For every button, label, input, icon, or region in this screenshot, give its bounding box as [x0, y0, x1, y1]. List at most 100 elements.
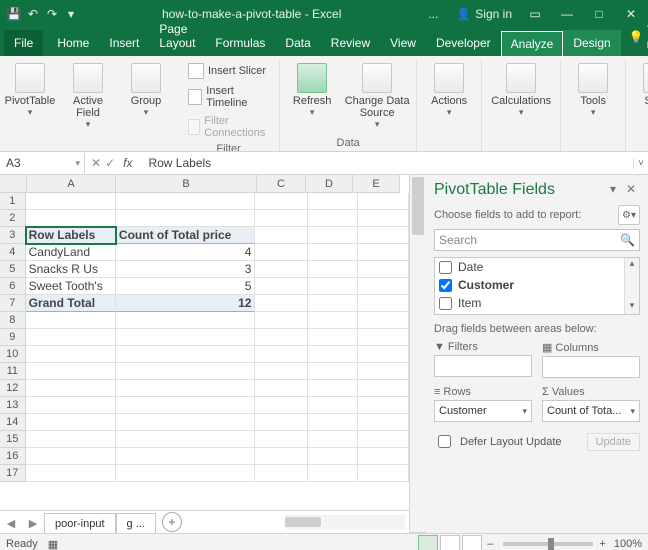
- field-item[interactable]: Item: [435, 294, 639, 312]
- field-search-input[interactable]: Search 🔍: [434, 229, 640, 251]
- tab-page-layout[interactable]: Page Layout: [149, 16, 205, 56]
- field-customer-checkbox[interactable]: [439, 279, 452, 292]
- save-icon[interactable]: 💾: [6, 6, 22, 22]
- enter-formula-icon[interactable]: ✓: [105, 156, 115, 170]
- sheet-tab-poor-input[interactable]: poor-input: [44, 513, 116, 534]
- row-header[interactable]: 13: [0, 397, 26, 414]
- sign-in-button[interactable]: 👤 Sign in: [450, 0, 518, 28]
- zoom-in-icon[interactable]: +: [599, 538, 605, 550]
- row-header[interactable]: 11: [0, 363, 26, 380]
- tab-insert[interactable]: Insert: [99, 30, 149, 56]
- close-icon[interactable]: ✕: [616, 0, 646, 28]
- values-area[interactable]: ΣValues Count of Tota...▾: [542, 386, 640, 422]
- col-header-e[interactable]: E: [353, 175, 400, 193]
- values-well[interactable]: Count of Tota...▾: [542, 400, 640, 422]
- rows-well[interactable]: Customer▾: [434, 400, 532, 422]
- vertical-scrollbar[interactable]: [410, 175, 426, 533]
- rows-area[interactable]: ≡Rows Customer▾: [434, 386, 532, 422]
- ribbon-display-icon[interactable]: ▭: [520, 0, 550, 28]
- row-header[interactable]: 3: [0, 227, 26, 244]
- row-header[interactable]: 5: [0, 261, 26, 278]
- row-header[interactable]: 9: [0, 329, 26, 346]
- zoom-level[interactable]: 100%: [614, 538, 642, 550]
- tab-data[interactable]: Data: [275, 30, 320, 56]
- formula-input[interactable]: Row Labels: [142, 156, 633, 170]
- field-date-checkbox[interactable]: [439, 261, 452, 274]
- group-button[interactable]: Group▾: [120, 59, 172, 118]
- zoom-out-icon[interactable]: –: [487, 538, 493, 550]
- insert-timeline-button[interactable]: Insert Timeline: [184, 83, 273, 111]
- actions-button[interactable]: Actions▾: [423, 59, 475, 118]
- normal-view-icon[interactable]: [418, 535, 438, 550]
- cancel-formula-icon[interactable]: ✕: [91, 156, 101, 170]
- maximize-icon[interactable]: □: [584, 0, 614, 28]
- change-data-source-button[interactable]: Change Data Source▾: [344, 59, 410, 130]
- minimize-icon[interactable]: —: [552, 0, 582, 28]
- cell-b7[interactable]: 12: [116, 295, 256, 312]
- macro-record-icon[interactable]: ▦: [48, 538, 58, 550]
- chevron-down-icon[interactable]: ▾: [630, 406, 635, 417]
- row-header[interactable]: 17: [0, 465, 26, 482]
- sheet-nav-next-icon[interactable]: ▶: [22, 515, 44, 530]
- fx-icon[interactable]: fx: [119, 156, 136, 170]
- pane-close-icon[interactable]: ✕: [622, 182, 640, 198]
- col-header-d[interactable]: D: [306, 175, 353, 193]
- row-header[interactable]: 7: [0, 295, 26, 312]
- page-break-view-icon[interactable]: [462, 535, 482, 550]
- sheet-nav-prev-icon[interactable]: ◀: [0, 515, 22, 530]
- cell-a3[interactable]: Row Labels▾: [26, 227, 116, 244]
- field-date[interactable]: Date: [435, 258, 639, 276]
- cell-a7[interactable]: Grand Total: [26, 295, 116, 312]
- field-list-scrollbar[interactable]: ▴▾: [624, 258, 639, 314]
- pane-dropdown-icon[interactable]: ▾: [604, 182, 622, 198]
- tab-formulas[interactable]: Formulas: [205, 30, 275, 56]
- tab-home[interactable]: Home: [47, 30, 99, 56]
- columns-area[interactable]: ▦Columns: [542, 341, 640, 378]
- columns-well[interactable]: [542, 356, 640, 378]
- cell-b5[interactable]: 3: [116, 261, 256, 278]
- show-button[interactable]: Show▾: [632, 59, 648, 118]
- tab-file[interactable]: File: [4, 30, 43, 56]
- row-header[interactable]: 4: [0, 244, 26, 261]
- sheet-tab-g[interactable]: g ...: [116, 513, 156, 534]
- row-header[interactable]: 6: [0, 278, 26, 295]
- cell-a5[interactable]: Snacks R Us: [26, 261, 116, 278]
- filters-area[interactable]: ▼Filters: [434, 341, 532, 378]
- active-field-button[interactable]: Active Field▾: [62, 59, 114, 130]
- tab-view[interactable]: View: [380, 30, 426, 56]
- refresh-button[interactable]: Refresh▾: [286, 59, 338, 118]
- row-header[interactable]: 1: [0, 193, 26, 210]
- filters-well[interactable]: [434, 355, 532, 377]
- col-header-c[interactable]: C: [257, 175, 306, 193]
- new-sheet-icon[interactable]: +: [162, 512, 182, 532]
- expand-formula-icon[interactable]: ˅: [633, 158, 648, 169]
- row-header[interactable]: 10: [0, 346, 26, 363]
- zoom-slider[interactable]: [503, 542, 593, 546]
- ribbon-options-icon[interactable]: ...: [418, 0, 448, 28]
- row-header[interactable]: 2: [0, 210, 26, 227]
- cell-a4[interactable]: CandyLand: [26, 244, 116, 261]
- field-customer[interactable]: Customer: [435, 276, 639, 294]
- tools-button[interactable]: Tools▾: [567, 59, 619, 118]
- calculations-button[interactable]: Calculations▾: [488, 59, 554, 118]
- cell-a6[interactable]: Sweet Tooth's: [26, 278, 116, 295]
- tab-analyze[interactable]: Analyze: [501, 31, 564, 56]
- pivottable-button[interactable]: PivotTable▾: [4, 59, 56, 118]
- undo-icon[interactable]: ↶: [25, 6, 41, 22]
- row-header[interactable]: 16: [0, 448, 26, 465]
- cell-b3[interactable]: Count of Total price: [116, 227, 256, 244]
- row-header[interactable]: 8: [0, 312, 26, 329]
- grid[interactable]: 1 2 3 Row Labels▾ Count of Total price 4…: [0, 193, 409, 510]
- qat-dropdown-icon[interactable]: ▾: [63, 6, 79, 22]
- row-header[interactable]: 12: [0, 380, 26, 397]
- field-item-checkbox[interactable]: [439, 297, 452, 310]
- horizontal-scrollbar[interactable]: [285, 515, 405, 529]
- tab-design[interactable]: Design: [563, 30, 620, 56]
- row-header[interactable]: 14: [0, 414, 26, 431]
- cell-b6[interactable]: 5: [116, 278, 256, 295]
- page-layout-view-icon[interactable]: [440, 535, 460, 550]
- tab-review[interactable]: Review: [321, 30, 380, 56]
- col-header-b[interactable]: B: [116, 175, 257, 193]
- chevron-down-icon[interactable]: ▾: [522, 406, 527, 417]
- cell-b4[interactable]: 4: [116, 244, 256, 261]
